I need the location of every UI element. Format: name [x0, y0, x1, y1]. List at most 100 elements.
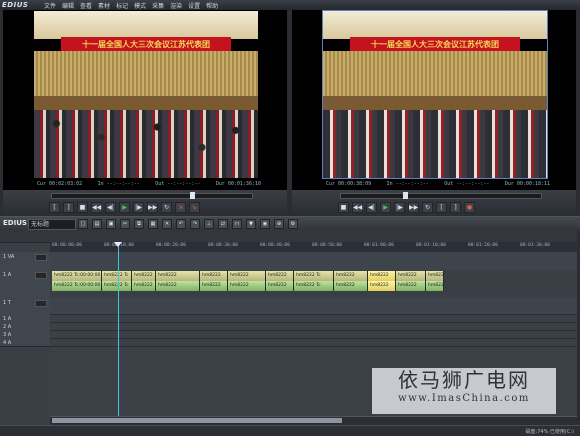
rewind-icon[interactable]: ◀◀: [91, 202, 102, 213]
loop-icon[interactable]: ↻: [422, 202, 433, 213]
audio-clip[interactable]: hm8222: [396, 281, 426, 291]
player-scrub-bar[interactable]: [51, 192, 253, 199]
fast-forward-icon[interactable]: ▶▶: [408, 202, 419, 213]
video-clip[interactable]: hm8222: [426, 271, 444, 281]
step-forward-icon[interactable]: |▶: [133, 202, 144, 213]
timeline-cursor-line[interactable]: [118, 242, 119, 422]
loop-icon[interactable]: ↻: [161, 202, 172, 213]
new-sequence-icon[interactable]: □: [78, 219, 88, 229]
video-clip[interactable]: hm8222: [200, 271, 228, 281]
split-icon[interactable]: ⊥: [204, 219, 214, 229]
track-header-panel: 1 VA 1 A 1 T 1 A 2 A 3 A 4 A: [0, 230, 51, 425]
save-icon[interactable]: ▣: [106, 219, 116, 229]
open-icon[interactable]: ▤: [92, 219, 102, 229]
audio-clip[interactable]: hm8222: [156, 281, 200, 291]
menu-item-clip[interactable]: 素材: [98, 1, 110, 10]
timeline-ruler[interactable]: 00:00:00;00 00:00:10;00 00:00:20;00 00:0…: [50, 242, 577, 252]
paste-icon[interactable]: ▦: [148, 219, 158, 229]
video-clip[interactable]: hm8222 Tc:00:00:00: [52, 271, 102, 281]
menu-item-render[interactable]: 渲染: [170, 1, 182, 10]
redo-icon[interactable]: ↷: [190, 219, 200, 229]
ruler-tick: 00:01:10;00: [416, 243, 446, 248]
menu-item-marker[interactable]: 标记: [116, 1, 128, 10]
cut-icon[interactable]: ✂: [120, 219, 130, 229]
track-toggle[interactable]: [35, 254, 47, 261]
video-clip[interactable]: hm8222: [396, 271, 426, 281]
marker-icon[interactable]: ▼: [246, 219, 256, 229]
menu-item-settings[interactable]: 设置: [188, 1, 200, 10]
video-clip[interactable]: hm8222: [156, 271, 200, 281]
audio-clip[interactable]: hm8222 Tc:00:00:00: [52, 281, 102, 291]
insert-icon[interactable]: ⇲: [175, 202, 186, 213]
menu-item-file[interactable]: 文件: [44, 1, 56, 10]
video-clip[interactable]: hm8222: [228, 271, 266, 281]
scene-banner: 十一届全国人大三次会议江苏代表团: [60, 37, 232, 51]
track-header-a4[interactable]: 4 A: [0, 338, 50, 347]
menu-item-edit[interactable]: 编辑: [62, 1, 74, 10]
app-logo: EDIUS: [2, 1, 29, 9]
set-in-icon[interactable]: [: [436, 202, 447, 213]
menu-item-mode[interactable]: 模式: [134, 1, 146, 10]
recorder-scrub-bar[interactable]: [340, 192, 542, 199]
delete-icon[interactable]: ✕: [162, 219, 172, 229]
track-toggle[interactable]: [35, 272, 47, 279]
stop-icon[interactable]: ■: [77, 202, 88, 213]
set-in-icon[interactable]: [: [49, 202, 60, 213]
audio-clip[interactable]: hm8222: [200, 281, 228, 291]
audio-clip[interactable]: hm8222: [334, 281, 368, 291]
timeline-scroll-thumb[interactable]: [52, 418, 342, 423]
audio-clip[interactable]: hm8222: [426, 281, 444, 291]
audio-clip[interactable]: hm8222 Tc: [294, 281, 334, 291]
snap-icon[interactable]: ⊓: [232, 219, 242, 229]
set-out-icon[interactable]: ]: [63, 202, 74, 213]
ripple-icon[interactable]: ⇄: [218, 219, 228, 229]
step-back-icon[interactable]: ◀|: [105, 202, 116, 213]
track-header-1t[interactable]: 1 T: [0, 298, 50, 315]
play-icon[interactable]: ▶: [380, 202, 391, 213]
recorder-transport: ■ ◀◀ ◀| ▶ |▶ ▶▶ ↻ [ ] ●: [338, 202, 475, 213]
video-clip[interactable]: hm8222 Tc: [294, 271, 334, 281]
video-clip[interactable]: hm8222 Tc: [102, 271, 132, 281]
settings-icon[interactable]: ⚙: [288, 219, 298, 229]
menu-item-capture[interactable]: 采集: [152, 1, 164, 10]
recorder-scrub-knob[interactable]: [403, 192, 408, 199]
audio-clip-selected[interactable]: hm8222: [368, 281, 396, 291]
fast-forward-icon[interactable]: ▶▶: [147, 202, 158, 213]
render-icon[interactable]: ◉: [260, 219, 270, 229]
zoom-icon[interactable]: ⊕: [274, 219, 284, 229]
status-bar: 磁盘:74% 已使用(C:): [0, 425, 580, 436]
audio-clip[interactable]: hm8222: [228, 281, 266, 291]
timeline-scrollbar[interactable]: [50, 416, 577, 425]
audio-clip[interactable]: hm8222: [132, 281, 156, 291]
audio-clip[interactable]: hm8222: [266, 281, 294, 291]
copy-icon[interactable]: ⧉: [134, 219, 144, 229]
play-icon[interactable]: ▶: [119, 202, 130, 213]
step-forward-icon[interactable]: |▶: [394, 202, 405, 213]
menu-item-view[interactable]: 查看: [80, 1, 92, 10]
recorder-tc-dur: Dur 00:00:18:11: [504, 181, 550, 187]
watermark: 依马狮广电网 www.ImasChina.com: [372, 368, 556, 414]
video-clip[interactable]: hm8222: [334, 271, 368, 281]
overwrite-icon[interactable]: ⇘: [189, 202, 200, 213]
menu-item-help[interactable]: 帮助: [206, 1, 218, 10]
sequence-name-field[interactable]: 无标题: [28, 219, 76, 230]
ruler-tick: 00:00:00;00: [52, 243, 82, 248]
ruler-tick: 00:00:40;00: [260, 243, 290, 248]
rewind-icon[interactable]: ◀◀: [352, 202, 363, 213]
video-clip-selected[interactable]: hm8222: [368, 271, 396, 281]
player-tc-out: Out --:--:--:--: [155, 181, 201, 187]
timeline-toolbar: EDIUS 无标题 □ ▤ ▣ ✂ ⧉ ▦ ✕ ↶ ↷ ⊥ ⇄ ⊓ ▼ ◉ ⊕ …: [0, 216, 580, 231]
step-back-icon[interactable]: ◀|: [366, 202, 377, 213]
video-clip[interactable]: hm8222: [266, 271, 294, 281]
track-header-1va[interactable]: 1 VA: [0, 252, 50, 271]
audio-clip[interactable]: hm8222 Tc: [102, 281, 132, 291]
player-scrub-knob[interactable]: [190, 192, 195, 199]
stop-icon[interactable]: ■: [338, 202, 349, 213]
undo-icon[interactable]: ↶: [176, 219, 186, 229]
video-clip[interactable]: hm8222: [132, 271, 156, 281]
track-toggle[interactable]: [35, 300, 47, 307]
set-out-icon[interactable]: ]: [450, 202, 461, 213]
render-icon[interactable]: ●: [464, 202, 475, 213]
track-header-1a[interactable]: 1 A: [0, 270, 50, 299]
timeline-cursor-head[interactable]: [114, 242, 122, 247]
